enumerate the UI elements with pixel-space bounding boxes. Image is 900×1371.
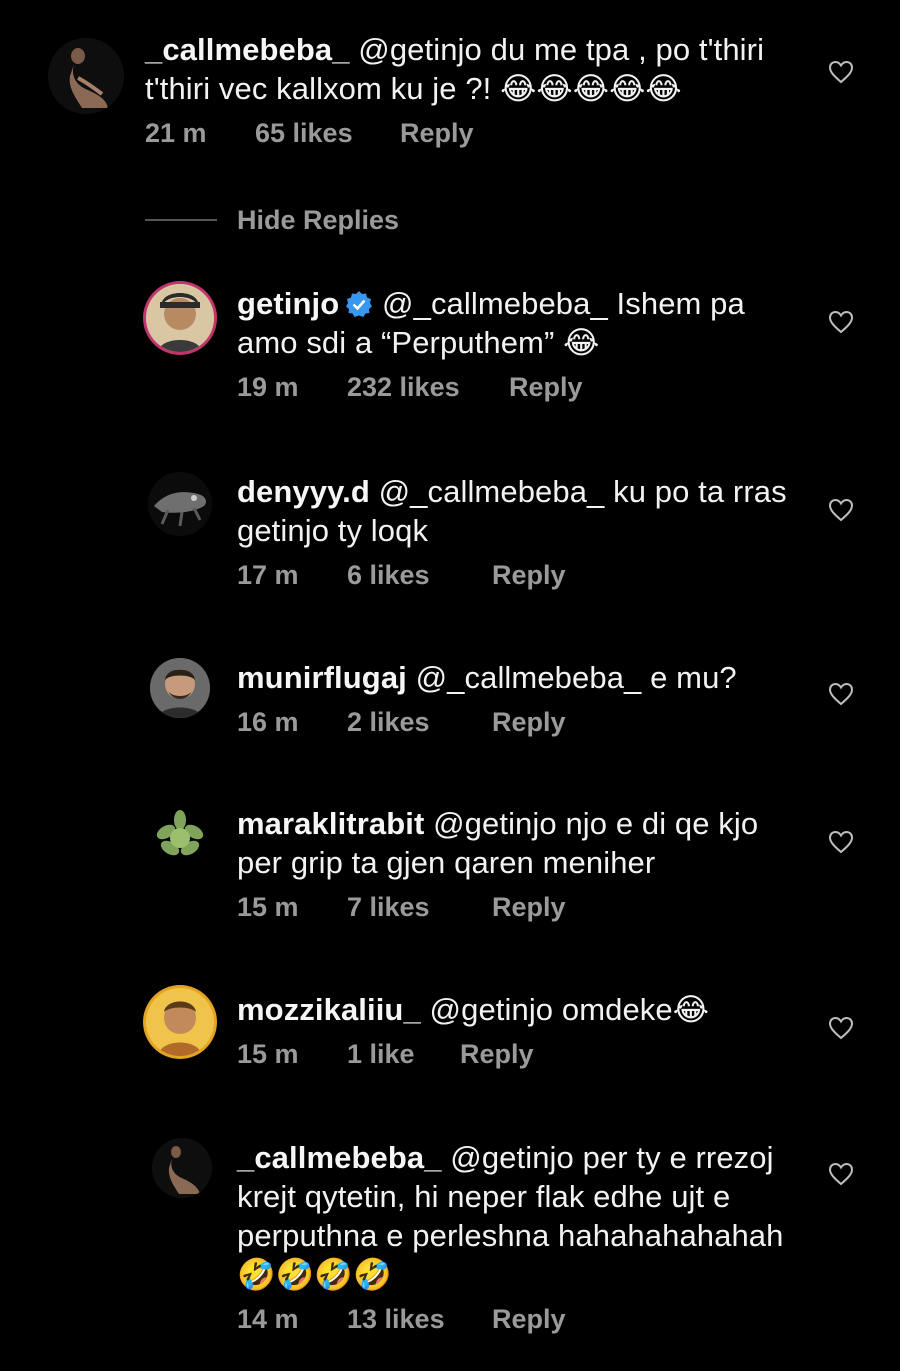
- comment-likes[interactable]: 65 likes: [255, 118, 400, 149]
- comment-message: @_callmebeba_ e mu?: [415, 660, 737, 695]
- heart-icon[interactable]: [828, 682, 854, 706]
- comment-likes[interactable]: 7 likes: [347, 892, 492, 923]
- comment-text: _callmebeba_ @getinjo du me tpa , po t't…: [145, 30, 805, 108]
- comment-meta: 16 m 2 likes Reply: [237, 707, 797, 738]
- heart-icon[interactable]: [828, 1016, 854, 1040]
- comment-likes[interactable]: 1 like: [347, 1039, 460, 1070]
- avatar-photo-icon: [146, 284, 214, 352]
- reply-button[interactable]: Reply: [492, 707, 566, 738]
- comment-time: 15 m: [237, 1039, 299, 1069]
- avatar[interactable]: [150, 658, 210, 718]
- comment-text: munirflugaj @_callmebeba_ e mu?: [237, 658, 797, 697]
- reply-button[interactable]: Reply: [509, 372, 583, 403]
- reply-button[interactable]: Reply: [492, 560, 566, 591]
- comment-username[interactable]: mozzikaliiu_: [237, 992, 421, 1027]
- reply-button[interactable]: Reply: [400, 118, 474, 149]
- avatar[interactable]: [146, 284, 214, 352]
- reply-button[interactable]: Reply: [492, 892, 566, 923]
- reply-button[interactable]: Reply: [460, 1039, 534, 1070]
- comment-username[interactable]: _callmebeba_: [145, 32, 350, 67]
- comment-meta: 17 m 6 likes Reply: [237, 560, 797, 591]
- avatar-photo-icon: [148, 472, 212, 536]
- comment-message: @getinjo omdeke😂: [429, 992, 710, 1027]
- comment-text: maraklitrabit @getinjo njo e di qe kjo p…: [237, 804, 797, 882]
- heart-icon[interactable]: [828, 830, 854, 854]
- comment-text: denyyy.d @_callmebeba_ ku po ta rras get…: [237, 472, 797, 550]
- heart-icon[interactable]: [828, 1162, 854, 1186]
- avatar[interactable]: [152, 1138, 212, 1198]
- comment-meta: 15 m 7 likes Reply: [237, 892, 797, 923]
- avatar-photo-icon: [148, 804, 212, 868]
- avatar[interactable]: [146, 988, 214, 1056]
- comment-username[interactable]: denyyy.d: [237, 474, 370, 509]
- comment-meta: 14 m 13 likes Reply: [237, 1304, 797, 1335]
- comment-likes[interactable]: 6 likes: [347, 560, 492, 591]
- comment-username[interactable]: getinjo: [237, 286, 339, 321]
- comment-time: 17 m: [237, 560, 299, 590]
- comment-time: 14 m: [237, 1304, 299, 1334]
- avatar[interactable]: [48, 38, 124, 114]
- comment-meta: 21 m 65 likes Reply: [145, 118, 805, 149]
- avatar[interactable]: [148, 804, 212, 868]
- comment-meta: 19 m 232 likes Reply: [237, 372, 797, 403]
- comment-username[interactable]: _callmebeba_: [237, 1140, 442, 1175]
- avatar-photo-icon: [146, 988, 214, 1056]
- comment-likes[interactable]: 232 likes: [347, 372, 509, 403]
- reply-button[interactable]: Reply: [492, 1304, 566, 1335]
- comment-username[interactable]: maraklitrabit: [237, 806, 424, 841]
- heart-icon[interactable]: [828, 60, 854, 84]
- comment-time: 21 m: [145, 118, 207, 148]
- comment-time: 16 m: [237, 707, 299, 737]
- avatar-photo-icon: [152, 1138, 212, 1198]
- heart-icon[interactable]: [828, 498, 854, 522]
- comment-text: _callmebeba_ @getinjo per ty e rrezoj kr…: [237, 1138, 797, 1294]
- comment-time: 19 m: [237, 372, 299, 402]
- comment-meta: 15 m 1 like Reply: [237, 1039, 797, 1070]
- comment-text: mozzikaliiu_ @getinjo omdeke😂: [237, 990, 797, 1029]
- avatar[interactable]: [148, 472, 212, 536]
- comment-likes[interactable]: 2 likes: [347, 707, 492, 738]
- verified-badge-icon: [346, 291, 373, 317]
- comment-likes[interactable]: 13 likes: [347, 1304, 492, 1335]
- divider-line: [145, 219, 217, 221]
- avatar-photo-icon: [48, 38, 124, 114]
- comment-username[interactable]: munirflugaj: [237, 660, 407, 695]
- comment-time: 15 m: [237, 892, 299, 922]
- heart-icon[interactable]: [828, 310, 854, 334]
- avatar-photo-icon: [150, 658, 210, 718]
- comment-text: getinjo @_callmebeba_ Ishem pa amo sdi a…: [237, 284, 797, 362]
- hide-replies-label[interactable]: Hide Replies: [237, 205, 399, 236]
- hide-replies-toggle[interactable]: Hide Replies: [145, 200, 399, 240]
